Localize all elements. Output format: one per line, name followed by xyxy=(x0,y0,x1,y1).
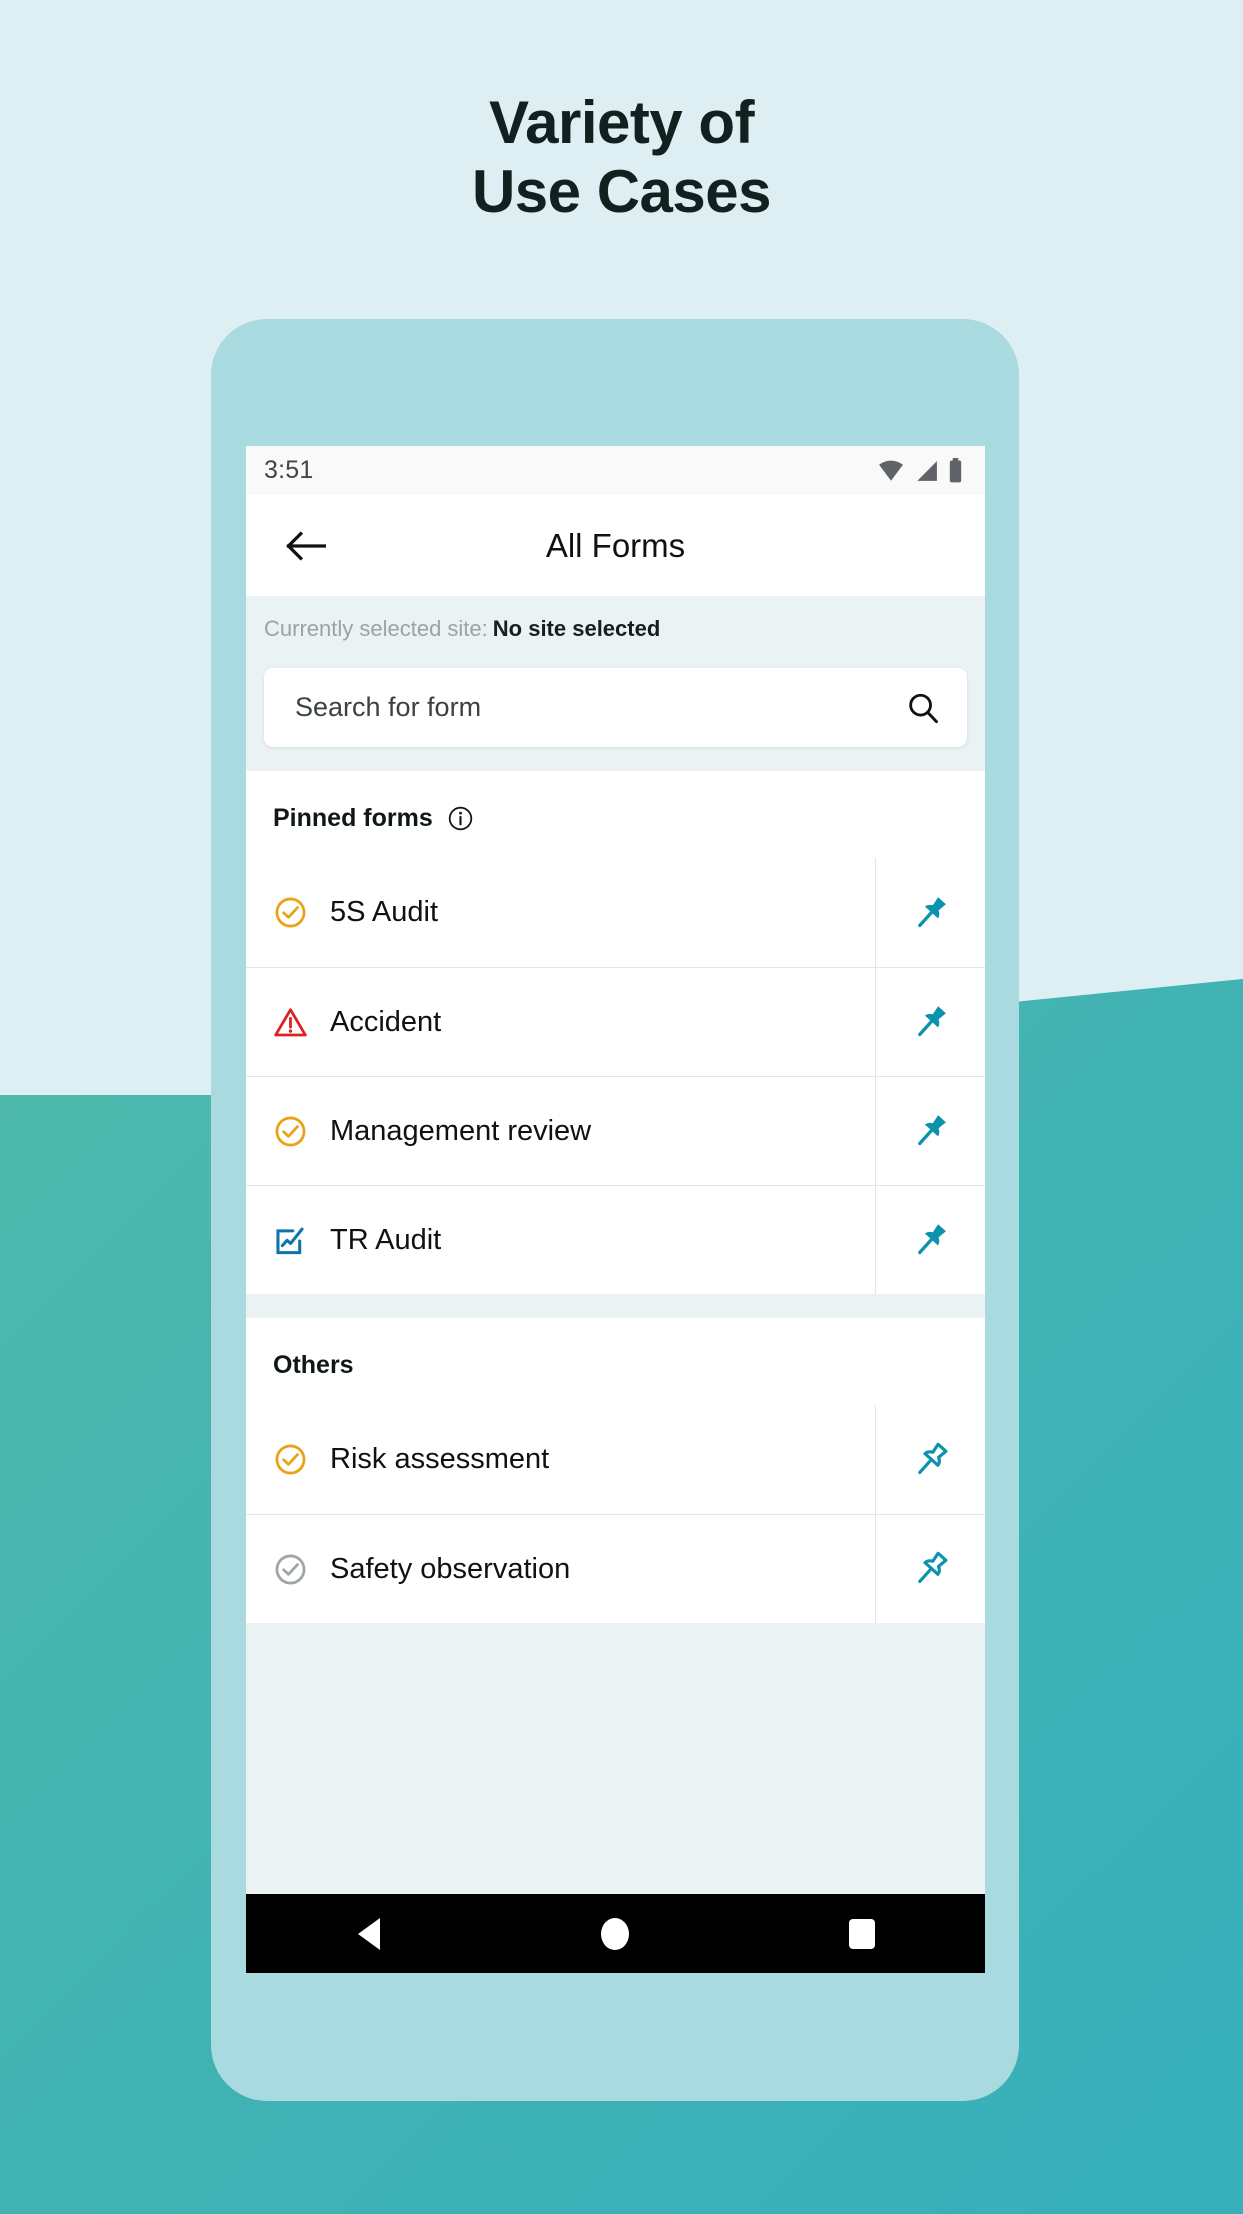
form-row-label: 5S Audit xyxy=(330,896,439,928)
pin-toggle-button[interactable] xyxy=(875,1405,985,1514)
pin-toggle-button[interactable] xyxy=(875,1186,985,1294)
nav-home-button[interactable] xyxy=(555,1894,675,1973)
form-row-label: Risk assessment xyxy=(330,1443,550,1475)
selected-site-strip: Currently selected site: No site selected xyxy=(246,596,985,652)
form-row-main[interactable]: Risk assessment xyxy=(246,1405,875,1514)
search-box[interactable] xyxy=(264,668,967,747)
wifi-icon xyxy=(879,460,903,481)
pin-filled-icon[interactable] xyxy=(910,1110,952,1152)
arrow-left-icon xyxy=(286,530,326,561)
warning-triangle-icon xyxy=(274,1007,307,1036)
page-title: Variety of Use Cases xyxy=(0,88,1243,226)
form-row-main[interactable]: Accident xyxy=(246,968,875,1076)
section-separator xyxy=(246,1294,985,1318)
check-circle-icon xyxy=(275,897,306,928)
pin-toggle-button[interactable] xyxy=(875,1077,985,1185)
section-header: Pinned forms xyxy=(246,771,985,858)
nav-recents-icon xyxy=(848,1918,875,1949)
info-circle-icon[interactable] xyxy=(447,805,474,832)
status-bar-icons xyxy=(878,458,963,483)
search-icon[interactable] xyxy=(906,691,940,725)
pin-toggle-button[interactable] xyxy=(875,968,985,1076)
form-row-main[interactable]: 5S Audit xyxy=(246,858,875,967)
page-title-line-2: Use Cases xyxy=(471,158,772,225)
section-title: Pinned forms xyxy=(273,804,433,832)
check-circle-icon xyxy=(275,1116,306,1146)
pin-filled-icon[interactable] xyxy=(910,1001,952,1043)
selected-site-label: Currently selected site: xyxy=(264,616,488,641)
table-row[interactable]: 5S Audit xyxy=(246,858,985,967)
nav-back-icon xyxy=(358,1917,381,1950)
form-row-main[interactable]: TR Audit xyxy=(246,1186,875,1294)
nav-recents-button[interactable] xyxy=(802,1894,922,1973)
section-title: Others xyxy=(273,1351,354,1379)
back-button[interactable] xyxy=(264,504,348,588)
page-title-line-1: Variety of xyxy=(488,89,755,156)
chart-square-icon xyxy=(276,1227,304,1254)
selected-site-value: No site selected xyxy=(492,616,661,641)
form-row-label: TR Audit xyxy=(330,1223,442,1256)
table-row[interactable]: TR Audit xyxy=(246,1185,985,1294)
phone-screen: 3:51 All Forms Currently selected site: … xyxy=(246,446,985,1973)
check-circle-icon xyxy=(275,1444,306,1475)
form-row-label: Safety observation xyxy=(330,1552,571,1585)
form-row-label: Management review xyxy=(330,1114,592,1147)
app-bar-title: All Forms xyxy=(545,526,686,564)
search-area xyxy=(246,652,985,771)
table-row[interactable]: Management review xyxy=(246,1076,985,1185)
status-bar-time: 3:51 xyxy=(264,456,314,484)
form-row-label: Accident xyxy=(330,1005,442,1038)
empty-list-area xyxy=(246,1623,985,1894)
form-row-main[interactable]: Management review xyxy=(246,1077,875,1185)
pin-outline-icon[interactable] xyxy=(910,1439,952,1481)
nav-back-button[interactable] xyxy=(309,1894,429,1973)
table-row[interactable]: Accident xyxy=(246,967,985,1076)
form-section-pinned-forms: Pinned forms 5S Audit Accident Management r… xyxy=(246,771,985,1294)
pin-outline-icon[interactable] xyxy=(910,1548,952,1590)
pin-filled-icon[interactable] xyxy=(910,892,952,934)
pin-filled-icon[interactable] xyxy=(910,1219,952,1261)
app-bar: All Forms xyxy=(246,495,985,596)
forms-list: Pinned forms 5S Audit Accident Management r… xyxy=(246,771,985,1623)
battery-icon xyxy=(949,458,962,483)
form-section-others: Others Risk assessment Safety observation xyxy=(246,1318,985,1623)
section-header: Others xyxy=(246,1318,985,1405)
pin-toggle-button[interactable] xyxy=(875,858,985,967)
table-row[interactable]: Safety observation xyxy=(246,1514,985,1623)
table-row[interactable]: Risk assessment xyxy=(246,1405,985,1514)
pin-toggle-button[interactable] xyxy=(875,1515,985,1623)
status-bar: 3:51 xyxy=(246,446,985,495)
android-nav-bar xyxy=(246,1894,985,1973)
search-input[interactable] xyxy=(295,692,906,723)
form-row-main[interactable]: Safety observation xyxy=(246,1515,875,1623)
phone-mockup-frame: 3:51 All Forms Currently selected site: … xyxy=(211,319,1019,2101)
cellular-signal-icon xyxy=(917,460,937,481)
check-circle-icon xyxy=(275,1554,306,1584)
nav-home-icon xyxy=(601,1917,630,1950)
